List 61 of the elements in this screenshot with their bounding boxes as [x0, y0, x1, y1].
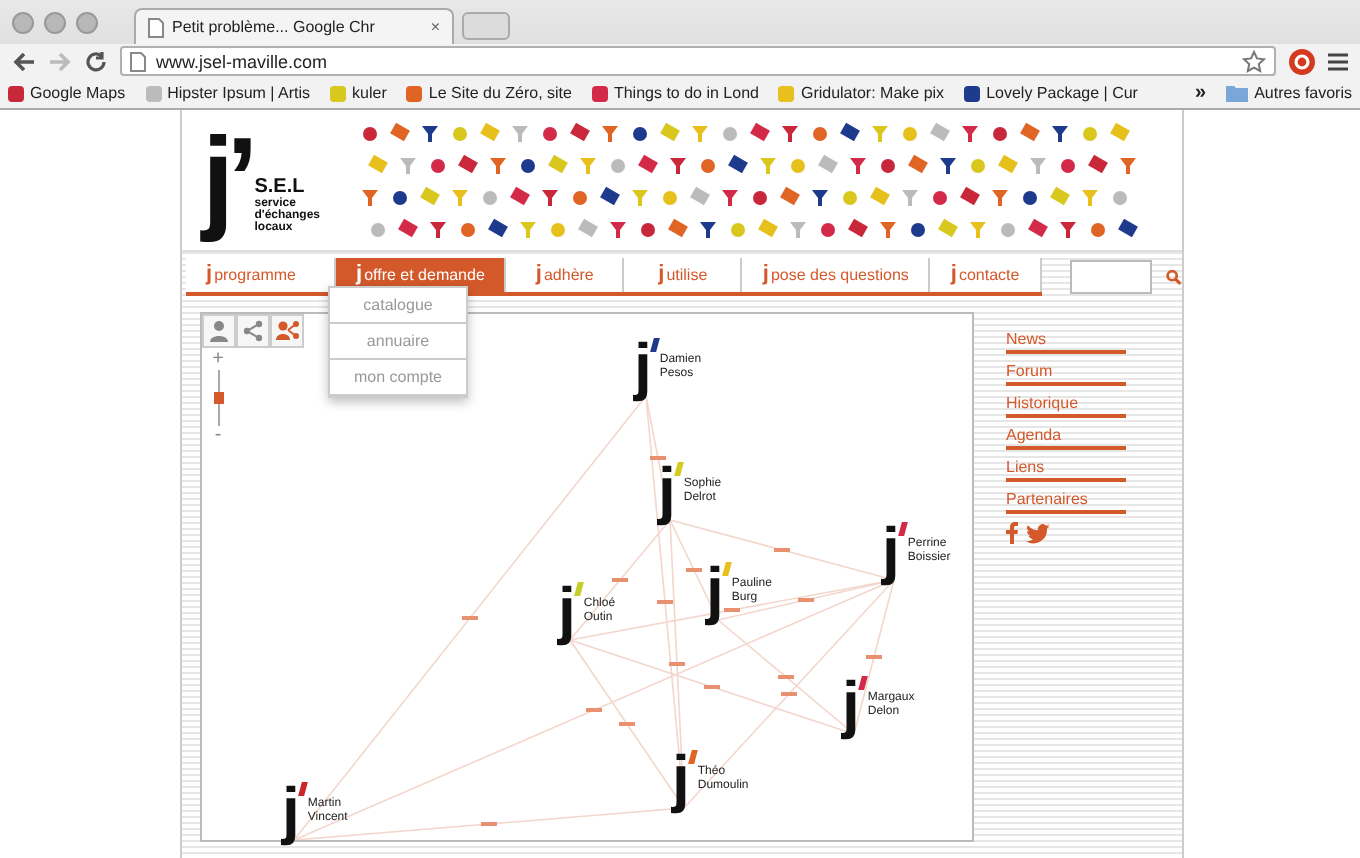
connector-label-mark — [866, 655, 882, 659]
nav-tab[interactable]: jadhère — [506, 257, 625, 291]
back-icon[interactable] — [12, 49, 36, 73]
connector-label-mark — [481, 822, 497, 826]
bookmark[interactable]: Google Maps — [8, 84, 126, 102]
zoom-window-button[interactable] — [76, 11, 98, 33]
person-icon — [208, 320, 230, 342]
sidebar-link[interactable]: Liens — [1006, 458, 1126, 482]
bookmark[interactable]: Lovely Package | Cur — [964, 84, 1138, 102]
connector-label-mark — [798, 598, 814, 602]
search-field[interactable] — [1069, 259, 1153, 293]
more-bookmarks-button[interactable]: » — [1195, 82, 1207, 104]
people-network-icon — [275, 320, 299, 342]
connector-label-mark — [619, 722, 635, 726]
connector-label-mark — [704, 685, 720, 689]
connector-label-mark — [462, 616, 478, 620]
bookmark[interactable]: Le Site du Zéro, site — [406, 84, 572, 102]
zoom-slider-handle[interactable] — [213, 392, 223, 404]
search-icon[interactable] — [1166, 265, 1182, 287]
url-text: www.jsel-maville.com — [156, 51, 328, 71]
connector-label-mark — [586, 708, 602, 712]
bookmark[interactable]: Hipster Ipsum | Artis — [145, 84, 311, 102]
bookmark-folder[interactable]: Autres favoris — [1226, 84, 1352, 102]
person-button[interactable] — [202, 314, 236, 348]
reload-icon[interactable] — [84, 49, 108, 73]
minimize-window-button[interactable] — [44, 11, 66, 33]
close-window-button[interactable] — [12, 11, 34, 33]
connector-label-mark — [669, 662, 685, 666]
sidebar-link[interactable]: Historique — [1006, 394, 1126, 418]
nav-tab[interactable]: j utilise — [624, 257, 743, 291]
zoom-in-button[interactable]: + — [212, 350, 224, 370]
nav-tab[interactable]: j offre et demande — [336, 257, 507, 291]
connector-label-mark — [612, 578, 628, 582]
logo-name: S.E.L — [254, 176, 307, 198]
connector-label-mark — [650, 456, 666, 460]
menu-icon[interactable] — [1328, 51, 1348, 71]
sidebar-link[interactable]: Partenaires — [1006, 490, 1126, 514]
extension-icon[interactable] — [1288, 47, 1316, 75]
zoom-out-button[interactable]: - — [214, 426, 222, 446]
connector-label-mark — [724, 608, 740, 612]
address-bar[interactable]: www.jsel-maville.com — [120, 46, 1276, 76]
nav-tab[interactable]: j pose des questions — [742, 257, 931, 291]
sidebar-link[interactable]: News — [1006, 330, 1126, 354]
sidebar-link[interactable]: Agenda — [1006, 426, 1126, 450]
connector-label-mark — [686, 568, 702, 572]
bookmark[interactable]: Gridulator: Make pix — [778, 84, 945, 102]
star-icon[interactable] — [1242, 49, 1266, 73]
facebook-icon[interactable] — [1006, 522, 1018, 544]
browser-tab[interactable]: Petit problème... Google Chr × — [134, 8, 454, 44]
sidebar-link[interactable]: Forum — [1006, 362, 1126, 386]
bookmark[interactable]: kuler — [330, 84, 387, 102]
bird-icon[interactable] — [1026, 523, 1050, 543]
bookmark[interactable]: Things to do in Lond — [591, 84, 759, 102]
nav-tab[interactable]: jcontacte — [930, 257, 1042, 291]
folder-icon — [1226, 84, 1249, 102]
network-button[interactable] — [270, 314, 304, 348]
connector-label-mark — [657, 600, 673, 604]
share-button[interactable] — [236, 314, 270, 348]
share-icon — [242, 320, 264, 342]
connector-label-mark — [774, 548, 790, 552]
close-tab-button[interactable]: × — [430, 18, 440, 36]
